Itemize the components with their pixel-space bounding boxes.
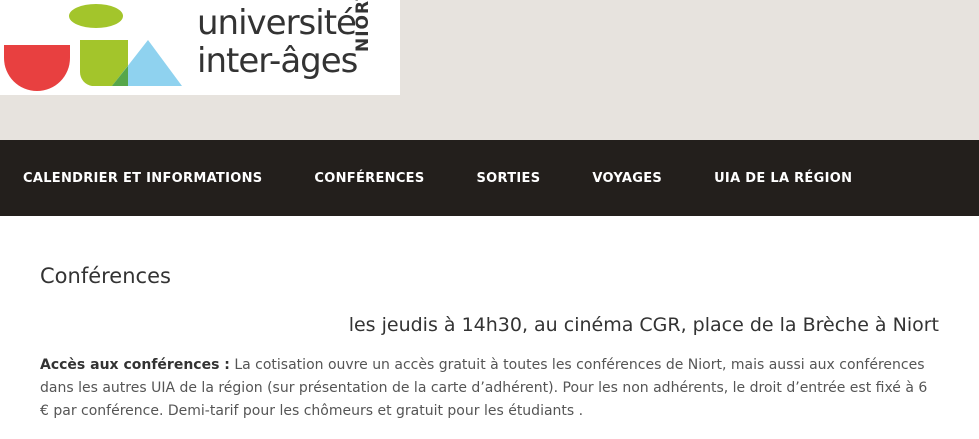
nav-item-sorties[interactable]: SORTIES <box>477 171 541 186</box>
logo-wordmark: université inter-âges <box>197 3 358 81</box>
site-logo[interactable]: université inter-âges NIORT <box>0 0 400 95</box>
nav-item-conferences[interactable]: CONFÉRENCES <box>314 171 424 186</box>
nav-item-uia-region[interactable]: UIA DE LA RÉGION <box>714 171 852 186</box>
site-header: université inter-âges NIORT <box>0 0 979 140</box>
uia-logo-mark-icon <box>4 4 182 91</box>
logo-green-dot <box>69 4 123 28</box>
page-subtitle: les jeudis à 14h30, au cinéma CGR, place… <box>348 314 939 336</box>
access-label: Accès aux conférences : <box>40 357 230 373</box>
logo-line-1: université <box>197 3 357 43</box>
logo-line-2: inter-âges <box>197 41 358 81</box>
access-paragraph: Accès aux conférences : La cotisation ou… <box>40 354 940 423</box>
nav-item-voyages[interactable]: VOYAGES <box>592 171 662 186</box>
logo-red-shape <box>4 45 70 91</box>
main-nav: CALENDRIER ET INFORMATIONS CONFÉRENCES S… <box>0 140 979 216</box>
nav-item-calendrier[interactable]: CALENDRIER ET INFORMATIONS <box>23 171 262 186</box>
logo-city: NIORT <box>353 0 373 52</box>
page-title: Conférences <box>40 264 171 288</box>
